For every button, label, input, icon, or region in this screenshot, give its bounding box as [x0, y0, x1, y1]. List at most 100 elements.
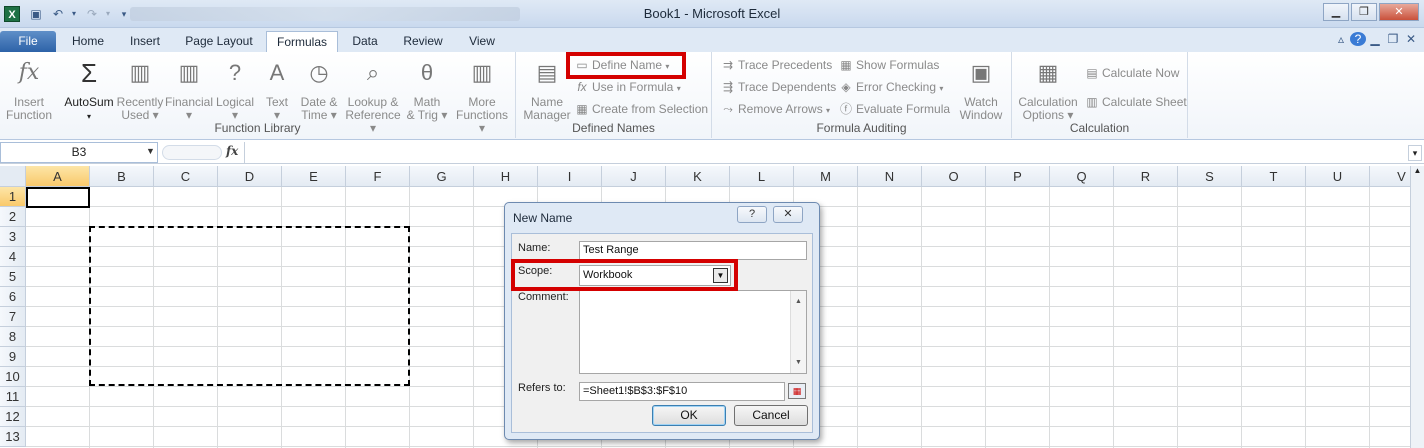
close-window-button[interactable]: ✕: [1379, 3, 1419, 21]
expand-formula-bar-icon[interactable]: ▾: [1408, 145, 1422, 161]
book-money-icon: ▥: [178, 60, 200, 85]
row-header[interactable]: 7: [0, 307, 26, 327]
scroll-up-icon[interactable]: ▲: [1411, 166, 1424, 180]
row-header[interactable]: 8: [0, 327, 26, 347]
column-header[interactable]: N: [858, 166, 922, 187]
row-header[interactable]: 2: [0, 207, 26, 227]
column-header[interactable]: P: [986, 166, 1050, 187]
scroll-down-icon[interactable]: ▼: [791, 354, 806, 371]
row-header[interactable]: 9: [0, 347, 26, 367]
tab-page-layout[interactable]: Page Layout: [180, 31, 258, 52]
name-box[interactable]: B3: [0, 142, 158, 163]
error-checking-button[interactable]: ◈ Error Checking ▾: [838, 78, 943, 96]
row-header[interactable]: 13: [0, 427, 26, 447]
recently-used-button[interactable]: ▥ Recently Used ▾: [113, 56, 167, 122]
doc-minimize-icon[interactable]: ▁: [1366, 32, 1384, 46]
calculate-now-button[interactable]: ▤ Calculate Now: [1084, 64, 1179, 82]
doc-close-icon[interactable]: ✕: [1402, 32, 1420, 46]
cancel-button[interactable]: Cancel: [734, 405, 808, 426]
column-header[interactable]: T: [1242, 166, 1306, 187]
ok-button[interactable]: OK: [652, 405, 726, 426]
remove-arrows-button[interactable]: ⤳ Remove Arrows ▾: [720, 100, 830, 118]
math-trig-button[interactable]: θ Math & Trig ▾: [400, 56, 454, 122]
window-title: Book1 - Microsoft Excel: [643, 6, 781, 21]
minimize-ribbon-icon[interactable]: ▵: [1332, 32, 1350, 46]
row-header[interactable]: 11: [0, 387, 26, 407]
dialog-help-button[interactable]: ?: [737, 206, 767, 223]
minimize-button[interactable]: ▁: [1323, 3, 1349, 21]
use-formula-icon: fx: [577, 80, 587, 94]
tab-home[interactable]: Home: [66, 31, 110, 52]
help-icon[interactable]: ?: [1350, 32, 1366, 46]
evaluate-formula-button[interactable]: ⓕ Evaluate Formula: [838, 100, 950, 118]
name-box-dropdown-icon[interactable]: ▼: [146, 146, 155, 156]
autosum-dropdown-icon[interactable]: ▾: [87, 112, 91, 121]
highlight-scope: [511, 259, 738, 291]
book-clock-icon: ◷: [309, 60, 329, 85]
show-formulas-icon: ▦: [840, 58, 852, 72]
refers-to-label: Refers to:: [518, 382, 566, 394]
comment-scrollbar[interactable]: ▲ ▼: [790, 291, 806, 373]
column-header[interactable]: V: [1370, 166, 1410, 187]
column-header[interactable]: O: [922, 166, 986, 187]
trace-dependents-button[interactable]: ⇶ Trace Dependents: [720, 78, 836, 96]
column-header[interactable]: J: [602, 166, 666, 187]
row-header[interactable]: 5: [0, 267, 26, 287]
active-cell-a1[interactable]: [26, 187, 90, 208]
formula-input[interactable]: [244, 142, 1408, 163]
column-header[interactable]: D: [218, 166, 282, 187]
column-header[interactable]: E: [282, 166, 346, 187]
scroll-up-icon[interactable]: ▲: [791, 293, 806, 310]
column-header[interactable]: A: [26, 166, 90, 187]
show-formulas-button[interactable]: ▦ Show Formulas: [838, 56, 939, 74]
column-header[interactable]: G: [410, 166, 474, 187]
trace-precedents-button[interactable]: ⇉ Trace Precedents: [720, 56, 832, 74]
column-header[interactable]: Q: [1050, 166, 1114, 187]
tab-insert[interactable]: Insert: [122, 31, 168, 52]
tab-file[interactable]: File: [0, 31, 56, 52]
column-header[interactable]: L: [730, 166, 794, 187]
select-all-corner[interactable]: [0, 166, 26, 187]
insert-function-button[interactable]: fx Insert Function: [2, 56, 56, 122]
column-header[interactable]: H: [474, 166, 538, 187]
row-header[interactable]: 6: [0, 287, 26, 307]
highlight-define-name: [566, 52, 686, 79]
formula-bar-resize-handle[interactable]: [162, 145, 222, 160]
tab-review[interactable]: Review: [396, 31, 450, 52]
column-header[interactable]: K: [666, 166, 730, 187]
tab-data[interactable]: Data: [344, 31, 386, 52]
restore-button[interactable]: ❐: [1351, 3, 1377, 21]
calculate-sheet-button[interactable]: ▥ Calculate Sheet: [1084, 93, 1186, 111]
date-time-button[interactable]: ◷ Date & Time ▾: [292, 56, 346, 122]
column-header[interactable]: F: [346, 166, 410, 187]
row-header[interactable]: 4: [0, 247, 26, 267]
use-in-formula-button[interactable]: fx Use in Formula ▾: [574, 78, 680, 96]
column-header[interactable]: U: [1306, 166, 1370, 187]
doc-restore-icon[interactable]: ❐: [1384, 32, 1402, 46]
dialog-close-button[interactable]: ✕: [773, 206, 803, 223]
column-header[interactable]: B: [90, 166, 154, 187]
vertical-scrollbar[interactable]: ▲: [1410, 166, 1424, 448]
autosum-button[interactable]: Σ AutoSum ▾: [62, 56, 116, 123]
column-header[interactable]: S: [1178, 166, 1242, 187]
refers-to-field[interactable]: =Sheet1!$B$3:$F$10: [579, 382, 785, 401]
collapse-dialog-icon[interactable]: ▦: [788, 383, 806, 399]
create-from-selection-button[interactable]: ▦ Create from Selection: [574, 100, 708, 118]
column-header[interactable]: M: [794, 166, 858, 187]
comment-label: Comment:: [518, 291, 569, 303]
watch-window-button[interactable]: ▣ Watch Window: [954, 56, 1008, 122]
column-header[interactable]: I: [538, 166, 602, 187]
row-header[interactable]: 12: [0, 407, 26, 427]
name-field[interactable]: Test Range: [579, 241, 807, 260]
calculation-options-button[interactable]: ▦ Calculation Options ▾: [1016, 56, 1080, 122]
name-label: Name:: [518, 242, 551, 254]
column-header[interactable]: R: [1114, 166, 1178, 187]
insert-function-icon[interactable]: fx: [226, 144, 238, 158]
row-header[interactable]: 10: [0, 367, 26, 387]
comment-textarea[interactable]: ▲ ▼: [579, 290, 807, 374]
column-header[interactable]: C: [154, 166, 218, 187]
tab-view[interactable]: View: [460, 31, 504, 52]
tab-formulas[interactable]: Formulas: [266, 31, 338, 52]
row-header[interactable]: 1: [0, 187, 26, 207]
row-header[interactable]: 3: [0, 227, 26, 247]
